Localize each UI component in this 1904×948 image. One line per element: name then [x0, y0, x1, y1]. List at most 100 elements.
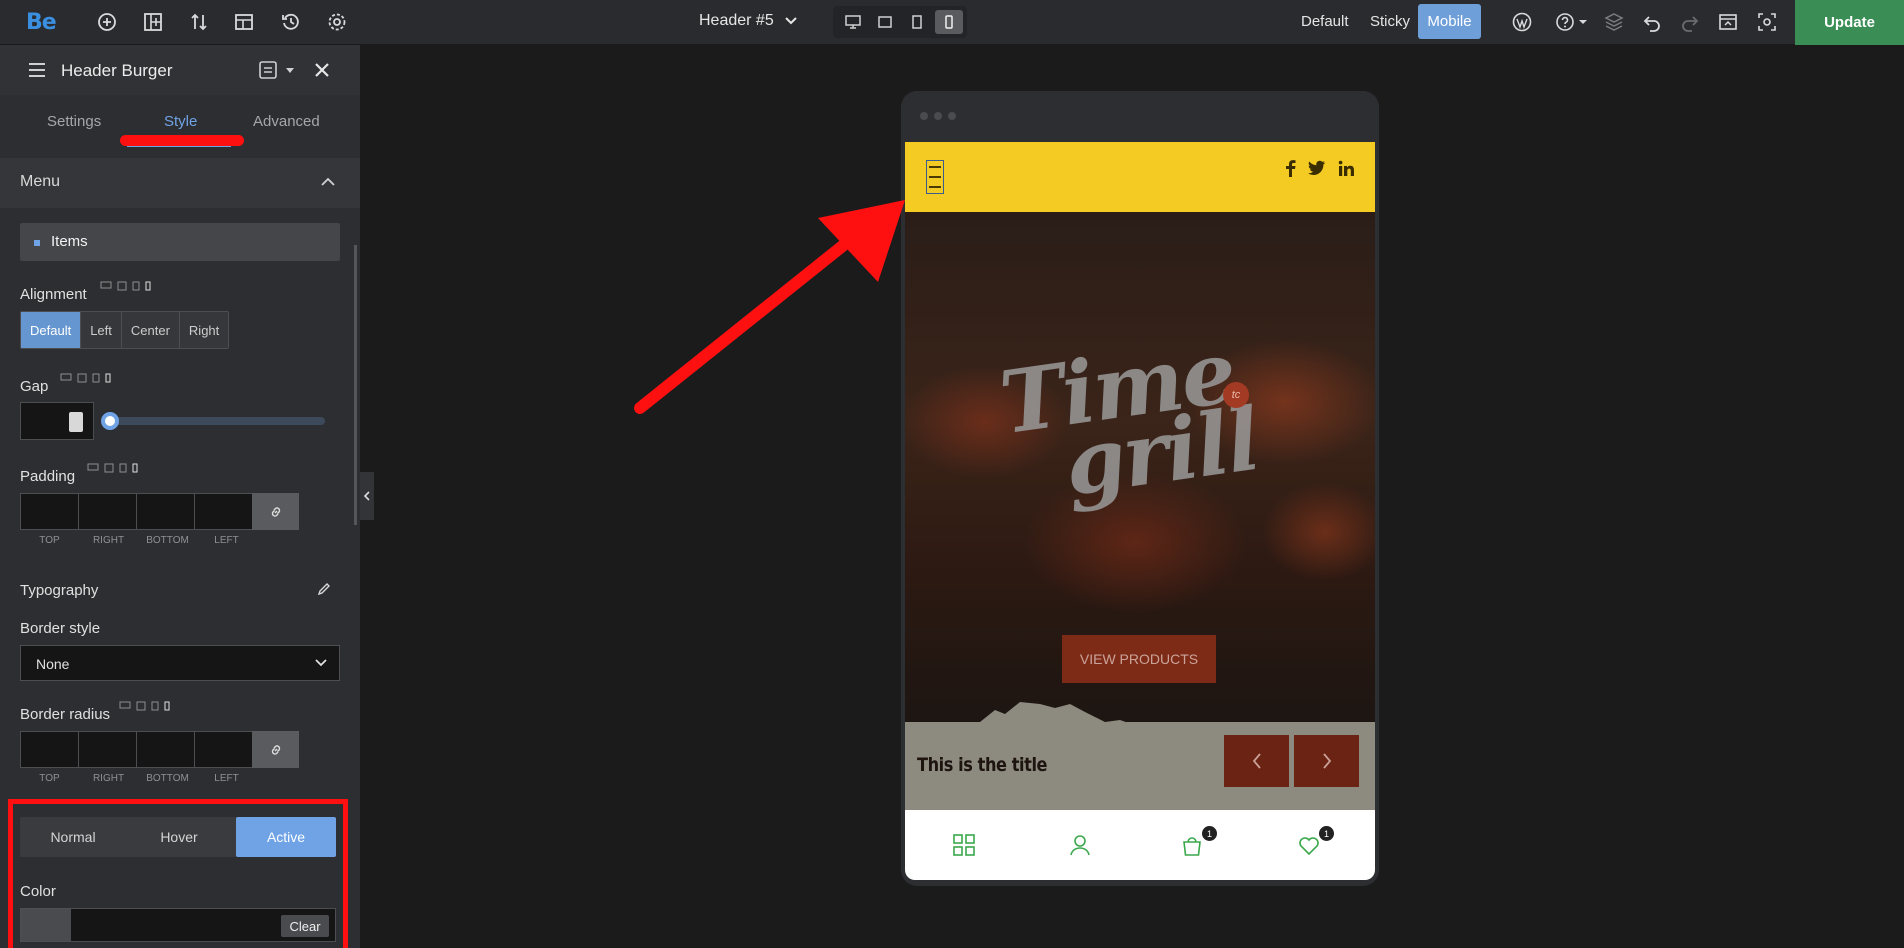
view-eye-icon[interactable]: [1757, 12, 1777, 32]
side-label: LEFT: [214, 535, 239, 546]
help-dropdown-caret-icon[interactable]: [1578, 12, 1588, 32]
state-switcher: Normal Hover Active: [20, 817, 336, 857]
border-style-value: None: [36, 656, 70, 672]
update-button[interactable]: Update: [1795, 0, 1904, 45]
gap-input[interactable]: [20, 402, 94, 440]
close-icon[interactable]: [314, 62, 330, 78]
tab-settings[interactable]: Settings: [47, 113, 101, 130]
slide-caption-band: This is the title: [905, 722, 1375, 810]
element-menu-icon[interactable]: [258, 60, 278, 80]
link-values-icon[interactable]: [252, 731, 299, 768]
edit-pencil-icon[interactable]: [317, 582, 331, 596]
mode-mobile[interactable]: Mobile: [1418, 4, 1481, 39]
padding-left-input[interactable]: [194, 493, 253, 530]
facebook-icon[interactable]: [1284, 160, 1296, 178]
help-icon[interactable]: [1555, 12, 1575, 32]
gap-slider[interactable]: [108, 417, 325, 425]
responsive-icons: [87, 463, 138, 473]
tab-style[interactable]: Style: [164, 113, 197, 130]
responsive-icons: [60, 373, 111, 383]
hero-logo-line2: grill: [1058, 388, 1265, 516]
logo-badge: tc: [1223, 382, 1249, 408]
border-style-select[interactable]: None: [20, 645, 340, 681]
document-switcher[interactable]: Header #5: [699, 12, 798, 30]
add-section-icon[interactable]: [143, 12, 163, 32]
user-icon[interactable]: [1069, 834, 1093, 858]
history-icon[interactable]: [281, 12, 301, 32]
tab-advanced[interactable]: Advanced: [253, 113, 320, 130]
heart-icon[interactable]: [1298, 834, 1322, 858]
next-slide-button[interactable]: [1294, 735, 1359, 787]
mobile-icon[interactable]: [935, 10, 963, 34]
annotation-underline: [120, 135, 244, 146]
preview-screen: Time grill tc VIEW PRODUCTS This is the …: [905, 142, 1375, 880]
align-right[interactable]: Right: [179, 312, 229, 348]
menu-section-header[interactable]: Menu: [0, 158, 360, 208]
state-normal[interactable]: Normal: [23, 817, 123, 857]
view-products-button[interactable]: VIEW PRODUCTS: [1062, 635, 1216, 683]
social-icons: [1284, 160, 1355, 178]
padding-top-input[interactable]: [20, 493, 79, 530]
collapse-sidebar-handle[interactable]: [360, 472, 374, 520]
preview-window-icon[interactable]: [1718, 12, 1738, 32]
align-center[interactable]: Center: [121, 312, 180, 348]
redo-icon[interactable]: [1680, 12, 1700, 32]
laptop-icon[interactable]: [871, 10, 899, 34]
sidebar-scrollbar[interactable]: [354, 245, 357, 525]
state-hover[interactable]: Hover: [129, 817, 229, 857]
undo-icon[interactable]: [1642, 12, 1662, 32]
wordpress-icon[interactable]: [1512, 12, 1532, 32]
padding-inputs: [20, 493, 299, 530]
caret-down-icon[interactable]: [285, 67, 295, 75]
responsive-icons: [119, 701, 170, 711]
items-group[interactable]: Items: [20, 223, 340, 261]
radius-bottom-input[interactable]: [136, 731, 195, 768]
cart-count-badge: 1: [1202, 826, 1217, 841]
cart-bag-icon[interactable]: [1181, 834, 1205, 858]
padding-bottom-input[interactable]: [136, 493, 195, 530]
sort-icon[interactable]: [189, 12, 209, 32]
be-logo[interactable]: Be: [26, 10, 57, 35]
mode-sticky[interactable]: Sticky: [1370, 13, 1410, 30]
twitter-icon[interactable]: [1308, 160, 1326, 178]
mode-default[interactable]: Default: [1301, 13, 1349, 30]
border-radius-label: Border radius: [20, 706, 111, 723]
radius-top-input[interactable]: [20, 731, 79, 768]
window-dots: [920, 112, 956, 120]
alignment-label: Alignment: [20, 286, 87, 303]
radius-right-input[interactable]: [78, 731, 137, 768]
add-element-icon[interactable]: [97, 12, 117, 32]
side-label: RIGHT: [92, 535, 125, 546]
gap-stepper[interactable]: [69, 412, 83, 432]
templates-icon[interactable]: [234, 12, 254, 32]
radius-left-input[interactable]: [194, 731, 253, 768]
clear-button[interactable]: Clear: [281, 915, 329, 937]
burger-menu-icon[interactable]: [926, 160, 944, 194]
state-active[interactable]: Active: [236, 817, 336, 857]
chevron-left-icon: [1252, 753, 1261, 769]
linkedin-icon[interactable]: [1338, 160, 1355, 178]
prev-slide-button[interactable]: [1224, 735, 1289, 787]
slide-title: This is the title: [917, 754, 1048, 776]
document-title: Header #5: [699, 12, 774, 29]
items-label: Items: [51, 233, 88, 250]
layers-icon[interactable]: [1604, 12, 1624, 32]
align-left[interactable]: Left: [81, 312, 122, 348]
settings-gear-icon[interactable]: [327, 12, 347, 32]
link-values-icon[interactable]: [252, 493, 299, 530]
sidebar-header: Header Burger: [0, 45, 360, 95]
chevron-right-icon: [1322, 753, 1331, 769]
hamburger-menu-icon[interactable]: [28, 62, 46, 78]
gap-label: Gap: [20, 378, 49, 395]
desktop-icon[interactable]: [839, 10, 867, 34]
grid-icon[interactable]: [953, 834, 977, 858]
wishlist-count-badge: 1: [1319, 826, 1334, 841]
side-label: TOP: [39, 773, 60, 784]
color-swatch[interactable]: [21, 909, 71, 941]
padding-right-input[interactable]: [78, 493, 137, 530]
align-default[interactable]: Default: [21, 312, 82, 348]
tablet-icon[interactable]: [903, 10, 931, 34]
color-picker[interactable]: Clear: [20, 908, 336, 942]
radius-side-labels: TOP RIGHT BOTTOM LEFT: [20, 773, 256, 784]
gap-slider-handle[interactable]: [101, 412, 119, 430]
